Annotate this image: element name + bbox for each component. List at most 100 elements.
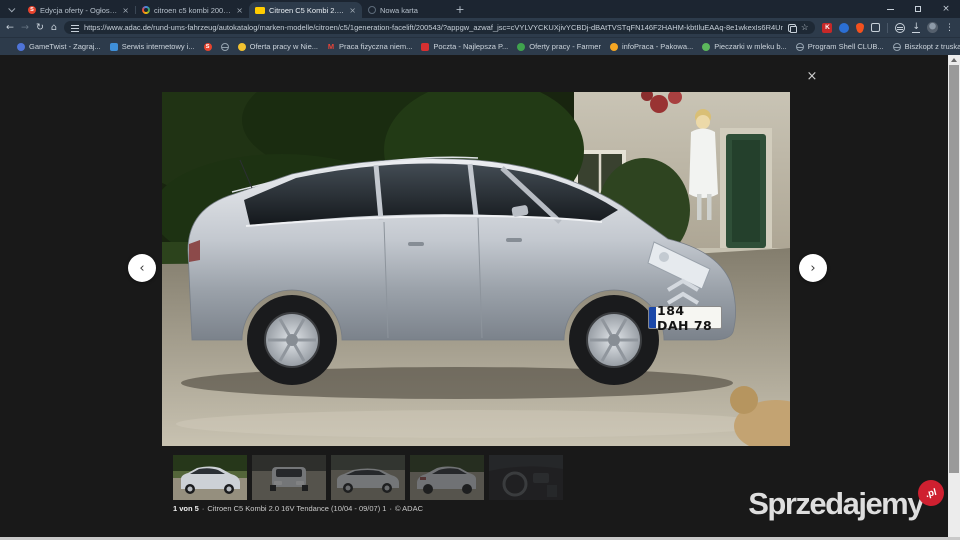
url-text[interactable]: https://www.adac.de/rund-ums-fahrzeug/au… bbox=[84, 23, 783, 32]
site-info-icon[interactable] bbox=[70, 23, 79, 32]
extension-k-icon[interactable]: K bbox=[822, 22, 833, 33]
watermark-brand: Sprzedajemy bbox=[748, 486, 924, 521]
tab-title: Citroen C5 Kombi 2.0 16V Tend... bbox=[269, 5, 345, 15]
car-photo-illustration bbox=[162, 92, 790, 446]
caption-separator: · bbox=[389, 504, 392, 513]
scrollbar[interactable] bbox=[948, 55, 960, 537]
profile-avatar[interactable] bbox=[927, 22, 938, 33]
default-favicon-icon bbox=[368, 6, 376, 14]
bookmark-serwis[interactable]: Serwis internetowy i... bbox=[109, 42, 195, 51]
scrollbar-thumb[interactable] bbox=[949, 65, 959, 473]
bookmark-label: GameTwist - Zagraj... bbox=[29, 42, 101, 51]
prev-button[interactable]: ‹ bbox=[128, 254, 156, 282]
green-leaf-icon bbox=[702, 42, 711, 51]
caption-index: 1 von 5 bbox=[173, 504, 199, 513]
bookmarks-bar: GameTwist - Zagraj... Serwis internetowy… bbox=[0, 37, 960, 55]
tab-title: Nowa karta bbox=[380, 5, 418, 15]
home-icon[interactable]: ⌂ bbox=[51, 22, 57, 33]
window-close-button[interactable]: × bbox=[932, 0, 960, 18]
bookmark-oferta-pracy[interactable]: Oferta pracy w Nie... bbox=[237, 42, 318, 51]
back-icon[interactable]: ← bbox=[6, 22, 14, 33]
new-tab-button[interactable]: + bbox=[452, 1, 468, 17]
bookmark-sprzedajemy[interactable]: S bbox=[203, 42, 212, 51]
bookmark-label: infoPraca - Pakowa... bbox=[621, 42, 694, 51]
sprzedajemy-watermark: Sprzedajemy .pl bbox=[748, 477, 947, 521]
bookmark-label: Pieczarki w mleku b... bbox=[714, 42, 787, 51]
bookmark-gametwist[interactable]: GameTwist - Zagraj... bbox=[17, 42, 101, 51]
tab-title: Edycja oferty - Ogłoszenia sp... bbox=[40, 5, 118, 15]
globe-icon bbox=[220, 42, 229, 51]
tab-close-icon[interactable]: × bbox=[349, 6, 356, 15]
translate-icon[interactable] bbox=[787, 23, 797, 33]
bookmark-star-icon[interactable]: ☆ bbox=[801, 23, 809, 33]
mail-red-icon bbox=[421, 42, 430, 51]
reload-icon[interactable]: ↻ bbox=[36, 22, 44, 33]
green-badge-icon bbox=[517, 42, 526, 51]
sprzedajemy-favicon-icon: S bbox=[28, 6, 36, 14]
forward-icon[interactable]: → bbox=[21, 22, 29, 33]
bookmark-poczta[interactable]: Poczta - Najlepsza P... bbox=[421, 42, 508, 51]
tab-close-icon[interactable]: × bbox=[236, 6, 243, 15]
website-icon bbox=[109, 42, 118, 51]
window-controls: × bbox=[876, 0, 960, 18]
adblock-icon[interactable] bbox=[895, 22, 906, 33]
thumbnail-front-side[interactable] bbox=[173, 455, 247, 500]
minimize-icon bbox=[886, 8, 894, 10]
bookmark-label: Praca fizyczna niem... bbox=[339, 42, 413, 51]
orange-badge-icon bbox=[609, 42, 618, 51]
menu-icon[interactable]: ⋮ bbox=[945, 23, 954, 33]
thumbnail-rear[interactable] bbox=[410, 455, 484, 500]
bookmark-site[interactable] bbox=[220, 42, 229, 51]
bookmark-infopraca[interactable]: infoPraca - Pakowa... bbox=[609, 42, 694, 51]
address-bar[interactable]: https://www.adac.de/rund-ums-fahrzeug/au… bbox=[63, 21, 816, 34]
triangle-up-icon bbox=[951, 58, 957, 62]
globe-icon bbox=[892, 42, 901, 51]
tab-search-chevron-icon[interactable] bbox=[4, 1, 20, 17]
caption-copyright: © ADAC bbox=[394, 504, 424, 513]
thumbnail-interior[interactable] bbox=[489, 455, 563, 500]
thumbnail-side[interactable] bbox=[331, 455, 405, 500]
tab-close-icon[interactable]: × bbox=[122, 6, 129, 15]
tab-google-search[interactable]: citroen c5 kombi 2005 rok - Sz... × bbox=[136, 2, 249, 18]
tab-new-tab[interactable]: Nowa karta bbox=[362, 2, 450, 18]
bookmark-label: Poczta - Najlepsza P... bbox=[433, 42, 509, 51]
tab-edycja-oferty[interactable]: S Edycja oferty - Ogłoszenia sp... × bbox=[22, 2, 135, 18]
adac-favicon-icon bbox=[255, 6, 265, 14]
bookmark-shell[interactable]: Program Shell CLUB... bbox=[795, 42, 884, 51]
bookmark-pieczarki[interactable]: Pieczarki w mleku b... bbox=[702, 42, 787, 51]
google-favicon-icon bbox=[142, 6, 150, 14]
bookmark-label: Oferty pracy - Farmer bbox=[529, 42, 601, 51]
thumbnail-front[interactable] bbox=[252, 455, 326, 500]
bookmark-label: Program Shell CLUB... bbox=[807, 42, 884, 51]
minimize-button[interactable] bbox=[876, 0, 904, 18]
scrollbar-up-arrow[interactable] bbox=[948, 55, 960, 65]
caption-separator: · bbox=[201, 504, 205, 513]
yellow-badge-icon bbox=[237, 42, 246, 51]
bookmark-praca-fizyczna[interactable]: M Praca fizyczna niem... bbox=[327, 42, 412, 51]
bookmark-label: Biszkopt z truskawk... bbox=[904, 42, 960, 51]
next-button[interactable]: › bbox=[799, 254, 827, 282]
maximize-button[interactable] bbox=[904, 0, 932, 18]
caption-title: Citroen C5 Kombi 2.0 16V Tendance (10/04… bbox=[207, 504, 387, 513]
bookmark-label: Oferta pracy w Nie... bbox=[249, 42, 318, 51]
close-icon[interactable]: × bbox=[804, 68, 820, 84]
extension-box-icon[interactable] bbox=[871, 23, 881, 32]
tab-title: citroen c5 kombi 2005 rok - Sz... bbox=[154, 5, 232, 15]
m-red-icon: M bbox=[327, 42, 335, 51]
thumbnail-strip bbox=[173, 455, 563, 500]
bookmark-label: Serwis internetowy i... bbox=[121, 42, 195, 51]
license-plate: 184 DAH 78 bbox=[648, 303, 722, 333]
toolbar-divider bbox=[887, 22, 889, 33]
bookmark-farmer[interactable]: Oferty pracy - Farmer bbox=[517, 42, 601, 51]
sprzedajemy-icon: S bbox=[203, 42, 212, 51]
image-caption: 1 von 5 · Citroen C5 Kombi 2.0 16V Tendanc… bbox=[173, 504, 423, 513]
chevron-down-icon bbox=[7, 4, 15, 12]
gallery-lightbox: × 184 DAH 78 ‹ › 1 von 5 · Citroen C5 Ko… bbox=[0, 55, 960, 537]
extension-flame-icon[interactable] bbox=[856, 22, 865, 33]
bookmark-biszkopt[interactable]: Biszkopt z truskawk... bbox=[892, 42, 960, 51]
download-icon[interactable]: ↓ bbox=[912, 22, 920, 33]
gametwist-icon bbox=[17, 42, 25, 51]
extension-blue-icon[interactable] bbox=[839, 22, 850, 33]
maximize-icon bbox=[915, 6, 921, 12]
tab-adac-active[interactable]: Citroen C5 Kombi 2.0 16V Tend... × bbox=[249, 2, 362, 18]
